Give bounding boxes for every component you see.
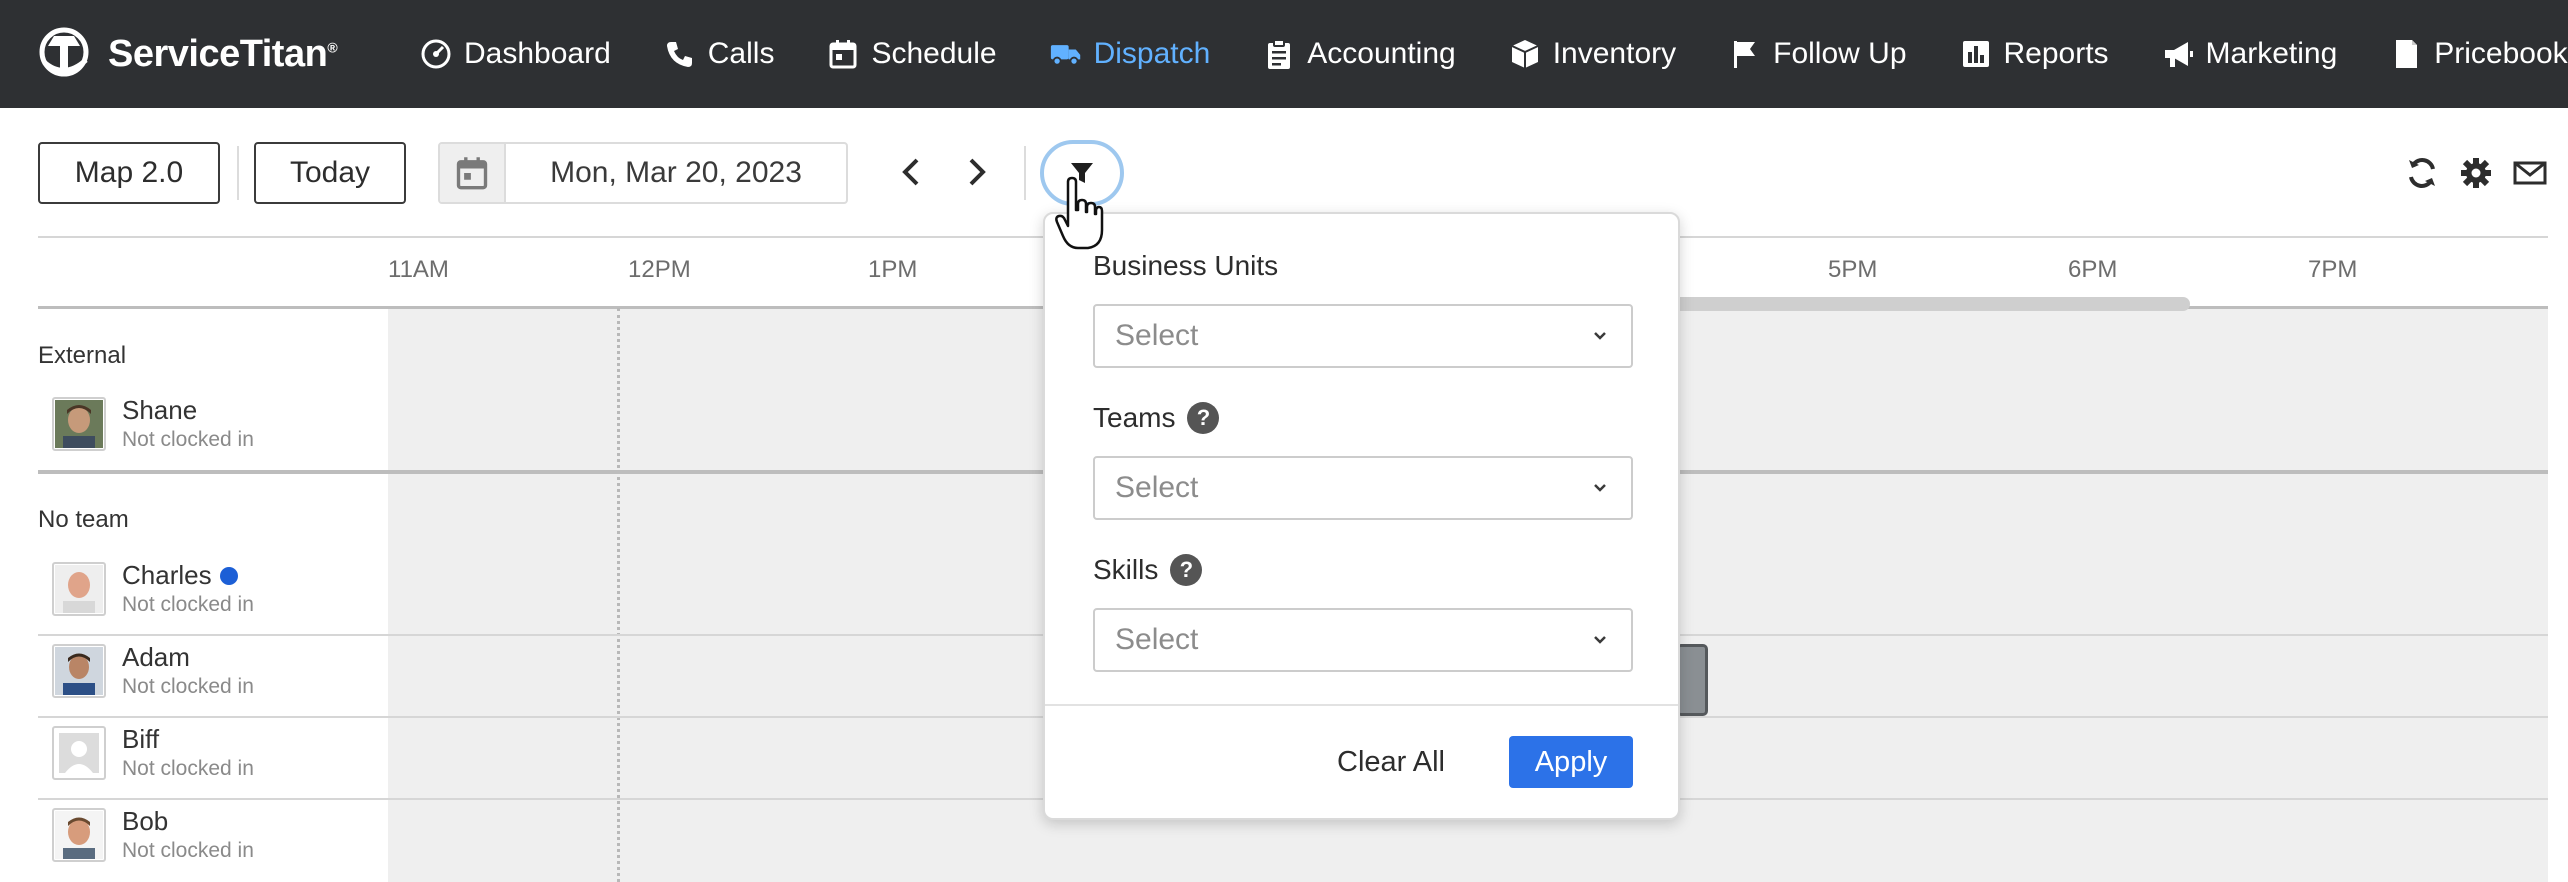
- nav-item-pricebook[interactable]: Pricebook: [2390, 37, 2568, 71]
- tech-name: Biff: [122, 724, 160, 754]
- tech-status: Not clocked in: [122, 757, 254, 780]
- hour-label: 7PM: [2308, 256, 2358, 283]
- nav-label: Calls: [707, 37, 775, 70]
- tech-name: Adam: [122, 642, 190, 672]
- tech-name: Charles: [122, 560, 254, 591]
- business-units-select[interactable]: Select: [1093, 304, 1633, 368]
- online-status-dot: [219, 566, 238, 585]
- brand-name: ServiceTitan®: [108, 32, 338, 75]
- chevron-left-icon[interactable]: [892, 152, 932, 192]
- nav-item-schedule[interactable]: Schedule: [827, 37, 997, 71]
- nav-label: Dispatch: [1093, 37, 1211, 70]
- nav-label: Dashboard: [464, 37, 611, 70]
- nav-item-dispatch[interactable]: Dispatch: [1050, 37, 1211, 71]
- toolbar-divider: [1024, 146, 1026, 200]
- calendar-icon: [829, 40, 857, 69]
- help-icon[interactable]: ?: [1170, 554, 1203, 586]
- megaphone-icon: [2164, 42, 2193, 67]
- tech-row-adam[interactable]: Adam Not clocked in: [52, 642, 254, 699]
- top-navigation-bar: ServiceTitan® Dashboard Calls Schedule D…: [0, 0, 2568, 108]
- tech-name: Bob: [122, 806, 169, 836]
- tech-row-charles[interactable]: Charles Not clocked in: [52, 560, 254, 617]
- tech-row-shane[interactable]: Shane Not clocked in: [52, 395, 254, 452]
- teams-label: Teams ?: [1093, 402, 1220, 434]
- nav-label: Pricebook: [2434, 37, 2568, 70]
- chevron-down-icon: [1594, 484, 1606, 492]
- nav-item-dashboard[interactable]: Dashboard: [420, 37, 611, 71]
- nav-label: Marketing: [2205, 37, 2338, 70]
- group-title-external: External: [38, 342, 127, 369]
- avatar: [52, 807, 106, 862]
- clipboard-icon: [1268, 39, 1291, 69]
- tech-status: Not clocked in: [122, 675, 254, 698]
- chevron-down-icon: [1594, 332, 1606, 340]
- popover-divider: [1045, 704, 1678, 706]
- select-placeholder: Select: [1115, 319, 1199, 352]
- business-units-label: Business Units: [1093, 250, 1279, 281]
- nav-item-marketing[interactable]: Marketing: [2162, 37, 2338, 71]
- tech-row-bob[interactable]: Bob Not clocked in: [52, 806, 254, 863]
- hand-pointer-cursor-icon: [1055, 176, 1104, 250]
- titan-logo-icon: [39, 27, 89, 77]
- skills-select[interactable]: Select: [1093, 608, 1633, 672]
- clear-all-button[interactable]: Clear All: [1311, 736, 1471, 788]
- tech-row-biff[interactable]: Biff Not clocked in: [52, 724, 254, 781]
- calendar-icon[interactable]: [440, 144, 506, 202]
- current-time-line: [617, 308, 620, 882]
- phone-icon: [666, 42, 692, 67]
- filter-popover: Business Units Select Teams ? Select Ski…: [1043, 212, 1680, 820]
- select-placeholder: Select: [1115, 471, 1199, 504]
- box-icon: [1511, 40, 1539, 68]
- nav-item-reports[interactable]: Reports: [1960, 37, 2109, 71]
- avatar-placeholder-icon: [52, 725, 106, 780]
- avatar: [52, 396, 106, 451]
- nav-item-inventory[interactable]: Inventory: [1509, 37, 1676, 71]
- hour-label: 12PM: [628, 256, 691, 283]
- skills-label: Skills ?: [1093, 554, 1203, 586]
- tech-status: Not clocked in: [122, 839, 254, 862]
- truck-icon: [1050, 45, 1080, 66]
- flag-icon: [1734, 41, 1756, 68]
- apply-button[interactable]: Apply: [1509, 736, 1633, 788]
- chevron-right-icon[interactable]: [956, 152, 996, 192]
- nav-item-accounting[interactable]: Accounting: [1263, 37, 1456, 71]
- hour-label: 1PM: [868, 256, 918, 283]
- dispatch-board: ServiceTitan® Dashboard Calls Schedule D…: [0, 0, 2568, 882]
- nav-label: Accounting: [1307, 37, 1456, 70]
- hour-label: 11AM: [388, 256, 449, 283]
- avatar: [52, 561, 106, 616]
- dashboard-gauge-icon: [421, 39, 451, 69]
- avatar: [52, 643, 106, 698]
- help-icon[interactable]: ?: [1187, 402, 1220, 434]
- nav-label: Reports: [2003, 37, 2109, 70]
- timeline-scrollbar[interactable]: [1670, 297, 2190, 311]
- nav-item-calls[interactable]: Calls: [664, 37, 775, 71]
- hour-label: 6PM: [2068, 256, 2118, 283]
- book-icon: [2396, 40, 2418, 68]
- mail-icon[interactable]: [2512, 155, 2548, 191]
- gear-icon[interactable]: [2458, 155, 2494, 191]
- job-appointment-block[interactable]: [1676, 644, 1708, 716]
- map-2-button[interactable]: Map 2.0: [38, 142, 220, 204]
- selected-date: Mon, Mar 20, 2023: [550, 156, 802, 189]
- tech-status: Not clocked in: [122, 428, 254, 451]
- nav-label: Inventory: [1552, 37, 1677, 70]
- group-title-no-team: No team: [38, 506, 129, 533]
- nav-label: Follow Up: [1773, 37, 1907, 70]
- hour-label: 5PM: [1828, 256, 1878, 283]
- teams-select[interactable]: Select: [1093, 456, 1633, 520]
- toolbar-divider: [237, 146, 239, 200]
- date-picker[interactable]: Mon, Mar 20, 2023: [438, 142, 848, 204]
- nav-item-follow-up[interactable]: Follow Up: [1729, 37, 1907, 71]
- tech-status: Not clocked in: [122, 593, 254, 616]
- select-placeholder: Select: [1115, 623, 1199, 656]
- today-button[interactable]: Today: [254, 142, 406, 204]
- refresh-icon[interactable]: [2404, 155, 2440, 191]
- tech-name: Shane: [122, 395, 198, 425]
- bar-chart-icon: [1962, 41, 1989, 67]
- main-nav: Dashboard Calls Schedule Dispatch Accoun…: [420, 0, 2568, 108]
- nav-label: Schedule: [871, 37, 997, 70]
- chevron-down-icon: [1594, 636, 1606, 644]
- servicetitan-logo[interactable]: ServiceTitan®: [34, 18, 338, 90]
